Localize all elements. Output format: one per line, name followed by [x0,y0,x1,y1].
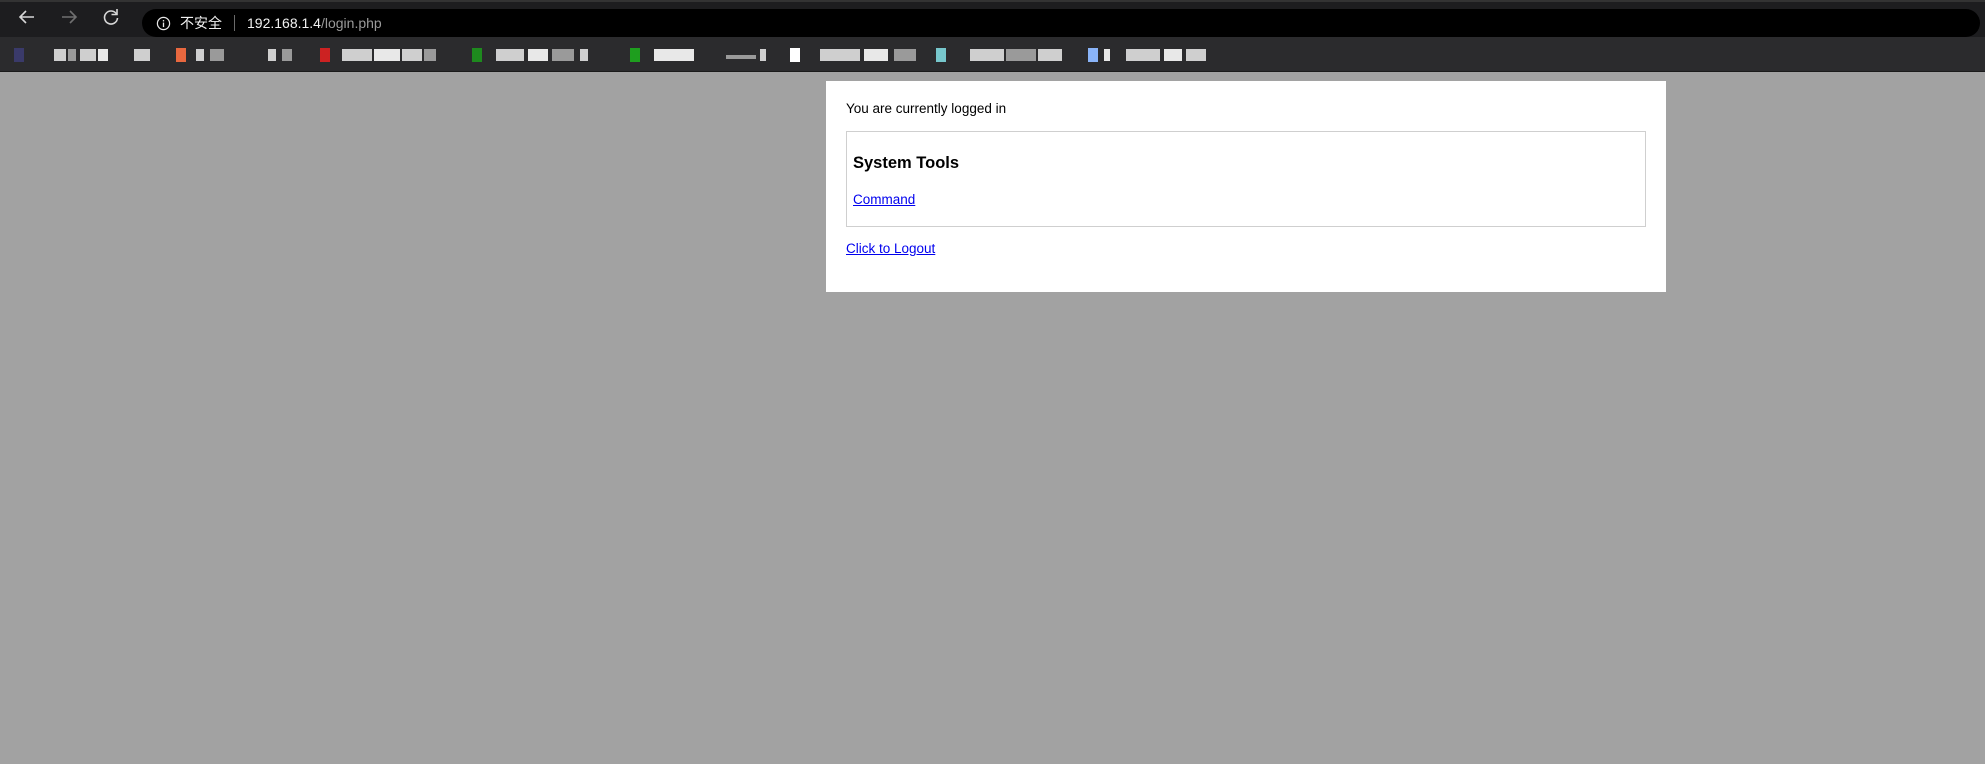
bookmark-favicon-icon [472,48,482,62]
info-icon[interactable] [156,15,172,31]
security-label[interactable]: 不安全 [180,13,222,33]
forward-button[interactable] [54,5,84,35]
reload-button[interactable] [96,5,126,35]
system-tools-box: System Tools Command [846,131,1646,227]
bookmark-favicon-icon [14,48,24,62]
bookmark-item[interactable] [254,48,300,62]
bookmark-item[interactable] [1088,48,1218,62]
bookmark-favicon-icon [936,48,946,62]
bookmark-item[interactable] [176,48,236,62]
logged-in-panel: You are currently logged in System Tools… [826,81,1666,292]
logout-link[interactable]: Click to Logout [846,241,935,256]
back-arrow-icon [17,7,37,32]
bookmark-favicon-icon [630,48,640,62]
bookmark-item[interactable] [14,48,150,62]
url-host[interactable]: 192.168.1.4 [247,15,321,31]
login-status-text: You are currently logged in [846,101,1007,116]
forward-arrow-icon [59,7,79,32]
reload-icon [101,7,121,32]
bookmark-item[interactable] [936,48,1066,62]
bookmark-favicon-icon [254,48,264,62]
bookmark-favicon-icon [790,48,800,62]
command-link[interactable]: Command [853,192,915,207]
bookmark-favicon-icon [320,48,330,62]
address-bar[interactable]: 不安全 192.168.1.4/login.php [142,9,1980,37]
bookmarks-bar [0,37,1985,72]
bookmark-item[interactable] [320,48,460,62]
bookmark-item[interactable] [790,48,918,62]
system-tools-heading: System Tools [853,154,960,172]
bookmark-item[interactable] [630,48,766,62]
bookmark-item[interactable] [472,48,612,62]
back-button[interactable] [12,5,42,35]
bookmark-favicon-icon [176,48,186,62]
url-path[interactable]: /login.php [321,15,382,31]
omnibox-divider [234,15,235,31]
bookmark-favicon-icon [1088,48,1098,62]
browser-toolbar: 不安全 192.168.1.4/login.php [0,0,1985,37]
